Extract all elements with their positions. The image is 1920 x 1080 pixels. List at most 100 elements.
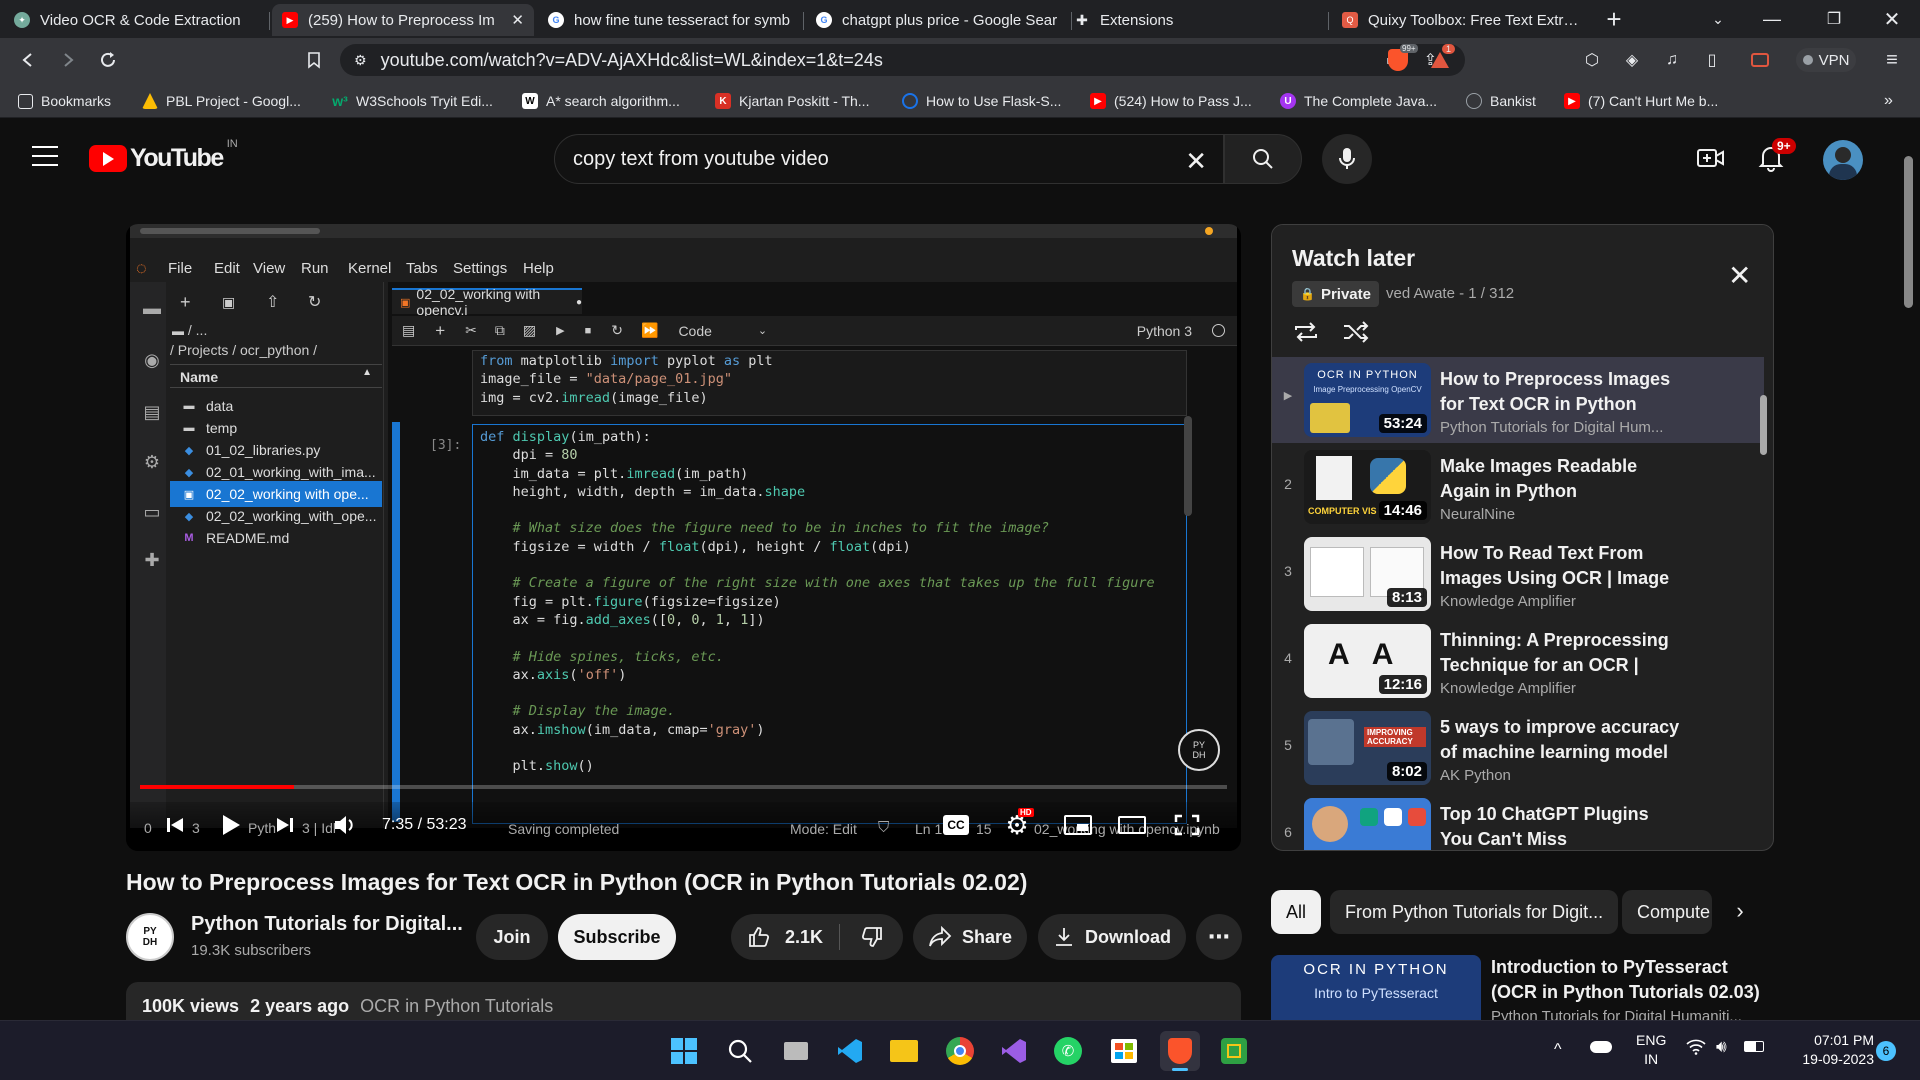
microsoft-store-icon[interactable] bbox=[1104, 1031, 1144, 1071]
reload-button[interactable] bbox=[94, 46, 122, 74]
visual-studio-icon[interactable] bbox=[994, 1031, 1034, 1071]
clock[interactable]: 07:01 PM 19-09-2023 bbox=[1788, 1031, 1874, 1069]
bookmark-item[interactable]: U The Complete Java... bbox=[1280, 90, 1437, 112]
shuffle-icon[interactable] bbox=[1342, 321, 1370, 348]
miniplayer-button[interactable] bbox=[1062, 812, 1094, 838]
close-window-button[interactable]: ✕ bbox=[1866, 0, 1918, 38]
playlist-item[interactable]: 4 A A 12:16 Thinning: A Preprocessing Te… bbox=[1272, 618, 1764, 704]
clear-search-icon[interactable]: ✕ bbox=[1185, 146, 1207, 177]
voice-search-button[interactable] bbox=[1322, 134, 1372, 184]
notification-count-badge[interactable]: 6 bbox=[1876, 1041, 1896, 1061]
chip-from-channel[interactable]: From Python Tutorials for Digit... bbox=[1330, 890, 1619, 934]
maximize-button[interactable]: ❐ bbox=[1808, 0, 1860, 38]
vpn-button[interactable]: VPN bbox=[1796, 48, 1856, 72]
search-button[interactable] bbox=[1224, 134, 1302, 184]
chips-next-chevron-icon[interactable]: › bbox=[1718, 896, 1762, 926]
chip-computer[interactable]: Compute bbox=[1622, 890, 1712, 934]
theater-mode-button[interactable] bbox=[1116, 812, 1148, 838]
tray-overflow-chevron-icon[interactable]: ^ bbox=[1554, 1041, 1562, 1059]
chip-all[interactable]: All bbox=[1271, 890, 1322, 934]
bookmark-item[interactable]: How to Use Flask-S... bbox=[902, 90, 1061, 112]
bookmark-item[interactable]: K Kjartan Poskitt - Th... bbox=[715, 90, 869, 112]
site-info-icon[interactable]: ⚙ bbox=[354, 52, 367, 69]
back-button[interactable] bbox=[14, 46, 42, 74]
tab-extensions[interactable]: ✚ Extensions bbox=[1064, 4, 1326, 36]
bookmark-item[interactable]: Bankist bbox=[1466, 90, 1536, 112]
channel-name[interactable]: Python Tutorials for Digital... bbox=[191, 913, 463, 936]
create-video-icon[interactable] bbox=[1697, 146, 1725, 175]
close-tab-icon[interactable]: ✕ bbox=[511, 11, 524, 29]
whatsapp-icon[interactable]: ✆ bbox=[1048, 1031, 1088, 1071]
brave-taskbar-icon[interactable] bbox=[1160, 1031, 1200, 1071]
bookmark-item[interactable]: ▶ (524) How to Pass J... bbox=[1090, 90, 1252, 112]
playlist-item[interactable]: 3 8:13 How To Read Text From Images Usin… bbox=[1272, 531, 1764, 617]
tab-quixy[interactable]: Q Quixy Toolbox: Free Text Extracto bbox=[1332, 4, 1594, 36]
extension-icon[interactable]: ◈ bbox=[1620, 48, 1644, 72]
tab-google-tesseract[interactable]: G how fine tune tesseract for symb bbox=[538, 4, 800, 36]
user-avatar[interactable] bbox=[1823, 140, 1863, 180]
brave-rewards-icon[interactable]: 1 bbox=[1428, 44, 1456, 72]
forward-button[interactable] bbox=[54, 46, 82, 74]
wallet-icon[interactable] bbox=[1748, 48, 1772, 72]
related-video-title[interactable]: Introduction to PyTesseract (OCR in Pyth… bbox=[1491, 955, 1761, 1005]
notifications-bell-icon[interactable]: 9+ bbox=[1758, 138, 1796, 177]
playlist-link[interactable]: OCR in Python Tutorials bbox=[360, 996, 553, 1016]
windows-start-icon[interactable] bbox=[664, 1031, 704, 1071]
playlist-item[interactable]: 5 IMPROVING ACCURACY 8:02 5 ways to impr… bbox=[1272, 705, 1764, 791]
file-explorer-icon[interactable] bbox=[884, 1031, 924, 1071]
extensions-puzzle-icon[interactable]: ⬡ bbox=[1580, 48, 1604, 72]
bookmark-page-icon[interactable] bbox=[300, 46, 328, 74]
bookmark-item[interactable]: Bookmarks bbox=[18, 90, 111, 112]
bookmark-item[interactable]: w³ W3Schools Tryit Edi... bbox=[332, 90, 493, 112]
bookmark-item[interactable]: PBL Project - Googl... bbox=[142, 90, 301, 112]
video-player[interactable]: ◌ File Edit View Run Kernel Tabs Setting… bbox=[126, 224, 1241, 851]
tab-youtube-active[interactable]: ▶ (259) How to Preprocess Im ✕ bbox=[272, 4, 534, 36]
close-playlist-icon[interactable]: ✕ bbox=[1728, 259, 1751, 292]
new-tab-button[interactable]: + bbox=[1588, 0, 1640, 38]
tab-google-chatgpt[interactable]: G chatgpt plus price - Google Sear bbox=[806, 4, 1068, 36]
play-button[interactable] bbox=[218, 812, 244, 838]
more-actions-button[interactable]: ⋯ bbox=[1196, 914, 1242, 960]
playlist-title[interactable]: Watch later bbox=[1292, 245, 1415, 272]
youtube-logo[interactable]: YouTube IN bbox=[89, 138, 238, 173]
task-view-icon[interactable] bbox=[776, 1031, 816, 1071]
share-button[interactable]: Share bbox=[913, 914, 1027, 960]
dislike-button[interactable] bbox=[840, 914, 903, 960]
tab-search-chevron-icon[interactable]: ⌄ bbox=[1692, 0, 1744, 38]
sidebar-toggle-icon[interactable]: ▯ bbox=[1700, 48, 1724, 72]
playlist-item[interactable]: 2 COMPUTER VIS 14:46 Make Images Readabl… bbox=[1272, 444, 1764, 530]
search-icon[interactable] bbox=[720, 1031, 760, 1071]
next-button[interactable] bbox=[274, 812, 296, 838]
hamburger-menu-icon[interactable] bbox=[32, 146, 58, 166]
related-video-thumbnail[interactable]: OCR IN PYTHON Intro to PyTesseract bbox=[1271, 955, 1481, 1020]
subtitles-button[interactable]: CC bbox=[942, 812, 970, 838]
channel-avatar[interactable]: PY DH bbox=[126, 913, 174, 961]
page-scrollbar[interactable] bbox=[1904, 156, 1913, 308]
wifi-icon[interactable] bbox=[1686, 1039, 1706, 1060]
language-indicator[interactable]: ENG IN bbox=[1636, 1031, 1666, 1069]
previous-button[interactable] bbox=[164, 812, 186, 838]
playlist-item-current[interactable]: ▶ OCR IN PYTHON Image Preprocessing Open… bbox=[1272, 357, 1764, 443]
bookmark-item[interactable]: ▶ (7) Can't Hurt Me b... bbox=[1564, 90, 1718, 112]
brave-shields-icon[interactable]: 99+ bbox=[1386, 44, 1418, 72]
search-input[interactable]: copy text from youtube video ✕ bbox=[554, 134, 1224, 184]
subscribe-button[interactable]: Subscribe bbox=[558, 914, 676, 960]
media-control-icon[interactable]: ♫ bbox=[1660, 48, 1684, 72]
tab-chatgpt[interactable]: ✦ Video OCR & Code Extraction bbox=[4, 4, 266, 36]
loop-icon[interactable] bbox=[1292, 321, 1320, 348]
battery-icon[interactable] bbox=[1744, 1037, 1764, 1052]
volume-icon[interactable]: 🔊︎ bbox=[1716, 1037, 1727, 1057]
fullscreen-button[interactable] bbox=[1172, 812, 1202, 838]
join-button[interactable]: Join bbox=[476, 914, 548, 960]
settings-button[interactable]: ⚙ HD bbox=[1002, 808, 1034, 840]
chrome-icon[interactable] bbox=[940, 1031, 980, 1071]
download-button[interactable]: Download bbox=[1038, 914, 1186, 960]
like-button[interactable]: 2.1K bbox=[731, 914, 839, 960]
channel-watermark[interactable]: PY DH bbox=[1178, 729, 1220, 771]
more-bookmarks-chevron-icon[interactable]: » bbox=[1884, 90, 1893, 112]
minimize-button[interactable]: — bbox=[1746, 0, 1798, 38]
snipping-tool-icon[interactable] bbox=[1214, 1031, 1254, 1071]
onedrive-cloud-icon[interactable] bbox=[1590, 1041, 1612, 1053]
menu-icon[interactable]: ≡ bbox=[1880, 48, 1904, 72]
vscode-icon[interactable] bbox=[830, 1031, 870, 1071]
